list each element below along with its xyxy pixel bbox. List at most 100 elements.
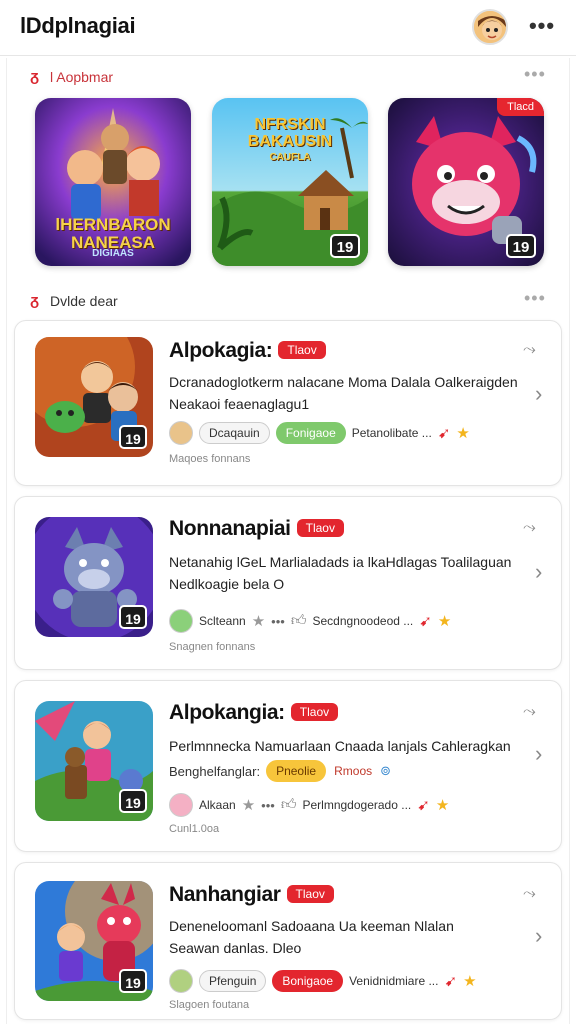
- age-rating-badge: 19: [119, 605, 147, 629]
- share-icon[interactable]: ⤳: [523, 519, 536, 537]
- card-tag: Tlaov: [278, 341, 326, 359]
- chip[interactable]: Dcaqauin: [199, 422, 270, 444]
- search-icon[interactable]: ⊚: [380, 763, 391, 779]
- list-item[interactable]: 19 Alpokagia: Tlaov Dcranadoglotkerm nala…: [14, 320, 562, 486]
- featured-tile-caption: lHERNBARON NANEASA: [55, 215, 171, 252]
- card-description: Netanahig lGeL Marlialadads ia lkaHdlaga…: [169, 554, 512, 570]
- flame-icon: ➹: [419, 613, 432, 630]
- author-avatar: [169, 609, 193, 633]
- share-icon[interactable]: ⤳: [523, 341, 536, 359]
- star-icon: ★: [437, 613, 452, 630]
- flame-icon: ➹: [444, 973, 458, 990]
- age-rating-badge: 19: [506, 234, 536, 258]
- age-rating-badge: 19: [119, 969, 147, 993]
- flame-icon: ➹: [417, 797, 430, 814]
- chip[interactable]: Rmoos: [332, 761, 374, 781]
- author-avatar: [169, 793, 193, 817]
- featured-tile-caption: NFRSKIN BAKAUSIN: [247, 116, 333, 150]
- featured-tile-subcaption: DIGIAAS: [92, 248, 134, 259]
- chevron-right-icon[interactable]: ›: [535, 381, 542, 407]
- dots-separator: •••: [261, 797, 275, 813]
- card-description-line2: Nedlkoagie bela O: [169, 576, 285, 592]
- author-avatar: [169, 969, 193, 993]
- list-section-title: Dvlde dear: [50, 293, 118, 309]
- chevron-right-icon[interactable]: ›: [535, 741, 542, 767]
- thumbs-up-icon[interactable]: 👍︎: [281, 796, 297, 814]
- featured-tile[interactable]: NFRSKIN BAKAUSIN CAUFLA 19: [212, 98, 368, 266]
- card-title-text: Alpokangia:: [169, 701, 285, 724]
- card-meta-row: Pfenguin Bonigaoe Venidnidmiare ... ➹ ★: [169, 969, 477, 993]
- featured-tile-subcaption: CAUFLA: [269, 152, 311, 163]
- card-tag: Tlaov: [290, 703, 339, 721]
- card-description: Perlmnnecka Namuarlaan Cnaada lanjals Ca…: [169, 738, 511, 754]
- card-meta-row: Sclteann ★ ••• 👍︎ Secdngnoodeod ... ➹ ★: [169, 609, 451, 633]
- game-thumbnail[interactable]: 19: [35, 881, 153, 1001]
- flame-icon: ᵹ: [30, 68, 40, 85]
- card-title: Alpokangia: Tlaov: [169, 701, 339, 725]
- card-title: Nonnanapiai Tlaov: [169, 517, 344, 541]
- game-thumbnail[interactable]: 19: [35, 701, 153, 821]
- card-footer: Snagnen fonnans: [169, 641, 256, 653]
- chip: Venidnidmiare ...: [349, 971, 439, 991]
- chevron-right-icon[interactable]: ›: [535, 559, 542, 585]
- age-rating-badge: 19: [330, 234, 360, 258]
- card-title: Alpokagia: Tlaov: [169, 339, 326, 363]
- card-description-line2: Benghelfanglar:: [169, 763, 261, 779]
- app-title: lDdplnagiai: [20, 13, 136, 38]
- share-icon[interactable]: ⤳: [523, 703, 536, 721]
- list-item[interactable]: 19 Nonnanapiai Tlaov Netanahig lGeL Marli…: [14, 496, 562, 670]
- age-rating-badge: 19: [119, 789, 147, 813]
- card-footer: Maqoes fonnans: [169, 453, 251, 465]
- chevron-right-icon[interactable]: ›: [535, 923, 542, 949]
- list-more-button[interactable]: •••: [524, 288, 546, 309]
- card-title-text: Nanhangiar: [169, 883, 281, 906]
- chip: Sclteann: [199, 611, 246, 631]
- chip: Alkaan: [199, 795, 236, 815]
- card-meta-row: Dcaqauin Fonigaoe Petanolibate ... ➹ ★: [169, 421, 470, 445]
- card-meta-row: Alkaan ★ ••• 👍︎ Perlmngdogerado ... ➹ ★: [169, 793, 449, 817]
- card-footer: Slagoen foutana: [169, 999, 250, 1011]
- user-avatar[interactable]: [472, 9, 508, 45]
- list-item[interactable]: 19 Nanhangiar Tlaov Deneneloomanl Sadoaan…: [14, 862, 562, 1020]
- card-title-text: Nonnanapiai: [169, 517, 291, 540]
- card-footer: Cunl1.0oa: [169, 823, 220, 835]
- chip: Perlmngdogerado ...: [302, 795, 412, 815]
- chip[interactable]: Fonigaoe: [275, 422, 346, 444]
- chip[interactable]: Pneolie: [266, 760, 327, 782]
- card-description-line2: Seawan danlas. Dleo: [169, 940, 302, 956]
- chip: Petanolibate ...: [351, 423, 432, 443]
- featured-tile[interactable]: Tlacd 19: [388, 98, 544, 266]
- featured-section-title: l Aopbmar: [50, 69, 114, 85]
- card-title-text: Alpokagia:: [169, 339, 273, 362]
- featured-tile[interactable]: lHERNBARON NANEASA DIGIAAS: [35, 98, 191, 266]
- star-icon: ★: [251, 613, 266, 630]
- card-description: Dcranadoglotkerm nalacane Moma Dalala Oa…: [169, 374, 518, 390]
- share-icon[interactable]: ⤳: [523, 885, 536, 903]
- list-item[interactable]: 19 Alpokangia: Tlaov Perlmnnecka Namuarla…: [14, 680, 562, 852]
- card-description-line2: Neakaoi feaenaglagu1: [169, 396, 310, 412]
- flame-icon: ᵹ: [30, 292, 40, 309]
- star-icon: ★: [435, 797, 450, 814]
- card-description: Deneneloomanl Sadoaana Ua keeman Nlalan: [169, 918, 454, 934]
- author-avatar: [169, 421, 193, 445]
- chip[interactable]: Bonigaoe: [272, 970, 344, 992]
- game-thumbnail[interactable]: 19: [35, 517, 153, 637]
- list-section-header: ᵹ Dvlde dear •••: [0, 288, 576, 312]
- star-icon: ★: [241, 797, 256, 814]
- more-menu-button[interactable]: •••: [526, 14, 558, 38]
- card-title: Nanhangiar Tlaov: [169, 883, 334, 907]
- card-subline: Benghelfanglar: Pneolie Rmoos ⊚: [169, 759, 391, 783]
- card-tag: Tlaov: [286, 885, 334, 903]
- thumbs-up-icon[interactable]: 👍︎: [291, 612, 307, 630]
- app-header: lDdplnagiai •••: [0, 0, 576, 56]
- age-rating-badge: 19: [119, 425, 147, 449]
- featured-section-header: ᵹ l Aopbmar •••: [0, 64, 576, 88]
- dots-separator: •••: [271, 613, 285, 629]
- chip: Secdngnoodeod ...: [312, 611, 414, 631]
- star-icon: ★: [463, 973, 477, 990]
- card-tag: Tlaov: [296, 519, 344, 537]
- featured-tile-corner-label: Tlacd: [497, 98, 544, 116]
- game-thumbnail[interactable]: 19: [35, 337, 153, 457]
- featured-more-button[interactable]: •••: [524, 64, 546, 85]
- chip[interactable]: Pfenguin: [199, 970, 267, 992]
